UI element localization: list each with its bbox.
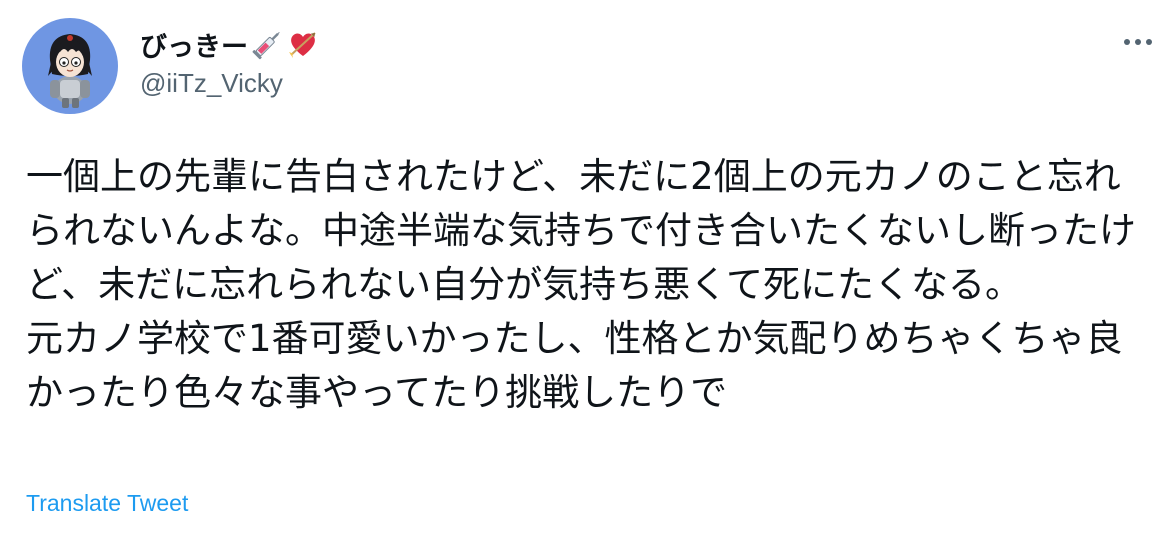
display-name[interactable]: びっきー (140, 25, 248, 64)
user-handle[interactable]: @iiTz_Vicky (140, 68, 1086, 99)
heart-with-arrow-emoji-icon (286, 27, 320, 61)
tweet-card: びっきー @iiTz_Vicky 一個上の先輩に告白されたけど、未だに2個上の元… (0, 0, 1176, 540)
avatar[interactable] (22, 18, 118, 114)
avatar-illustration (48, 34, 92, 108)
tweet-author: びっきー @iiTz_Vicky (140, 24, 1086, 99)
more-options-button[interactable] (1118, 30, 1158, 54)
more-horizontal-icon (1124, 39, 1152, 45)
syringe-emoji-icon (250, 27, 284, 61)
translate-tweet-link[interactable]: Translate Tweet (26, 490, 188, 517)
tweet-text: 一個上の先輩に告白されたけど、未だに2個上の元カノのこと忘れられないんよな。中途… (26, 155, 1136, 414)
display-name-row: びっきー (140, 24, 1086, 64)
